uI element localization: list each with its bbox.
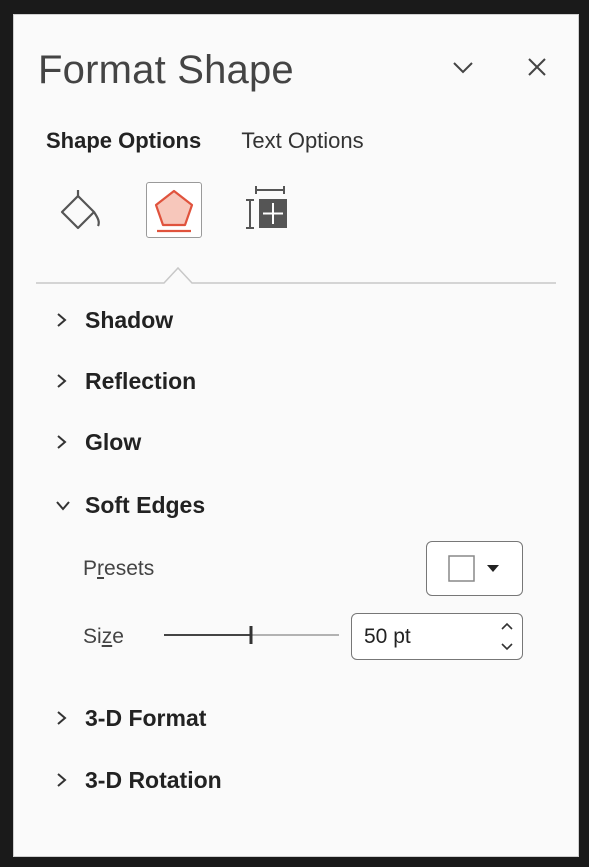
pane-title: Format Shape — [38, 48, 294, 92]
section-3d-rotation[interactable]: 3-D Rotation — [55, 762, 222, 798]
chevron-right-icon — [55, 368, 85, 395]
section-soft-edges[interactable]: Soft Edges — [55, 487, 205, 523]
tab-divider — [36, 262, 556, 286]
section-3d-format[interactable]: 3-D Format — [55, 700, 206, 736]
chevron-right-icon — [55, 429, 85, 456]
chevron-right-icon — [55, 307, 85, 334]
spin-arrows[interactable] — [492, 614, 522, 659]
close-pane-button[interactable] — [520, 50, 554, 84]
section-label: 3-D Rotation — [85, 766, 222, 793]
tab-text-options[interactable]: Text Options — [241, 128, 363, 154]
size-spinbox[interactable]: 50 pt — [351, 613, 523, 660]
spin-up-icon — [501, 622, 513, 630]
size-properties-tab[interactable] — [242, 182, 298, 238]
chevron-down-icon — [453, 62, 473, 74]
size-properties-icon — [246, 186, 287, 229]
chevron-right-icon — [55, 705, 85, 732]
effects-tab[interactable] — [146, 182, 202, 238]
spin-down-icon — [501, 643, 513, 651]
section-glow[interactable]: Glow — [55, 424, 141, 460]
size-slider[interactable] — [164, 620, 339, 650]
fill-line-icon — [60, 190, 100, 230]
options-tabs: Shape Options Text Options — [46, 128, 398, 154]
presets-label: Presets — [83, 557, 155, 580]
section-label: Reflection — [85, 367, 197, 394]
section-label: Shadow — [85, 306, 174, 333]
effects-pentagon-icon — [154, 189, 194, 233]
chevron-down-icon — [55, 492, 85, 519]
section-label: Glow — [85, 428, 142, 455]
section-reflection[interactable]: Reflection — [55, 363, 196, 399]
close-icon — [528, 58, 546, 76]
section-label: 3-D Format — [85, 704, 207, 731]
fill-line-tab[interactable] — [52, 182, 108, 238]
preset-swatch-icon — [448, 555, 499, 582]
section-shadow[interactable]: Shadow — [55, 302, 173, 338]
section-label: Soft Edges — [85, 491, 206, 518]
dropdown-arrow-icon — [487, 565, 499, 572]
collapse-pane-button[interactable] — [446, 50, 480, 84]
size-label: Size — [83, 625, 124, 648]
chevron-right-icon — [55, 767, 85, 794]
presets-dropdown[interactable] — [426, 541, 523, 596]
category-icon-row — [52, 182, 572, 262]
tab-shape-options[interactable]: Shape Options — [46, 128, 201, 154]
size-value[interactable]: 50 pt — [364, 625, 492, 649]
